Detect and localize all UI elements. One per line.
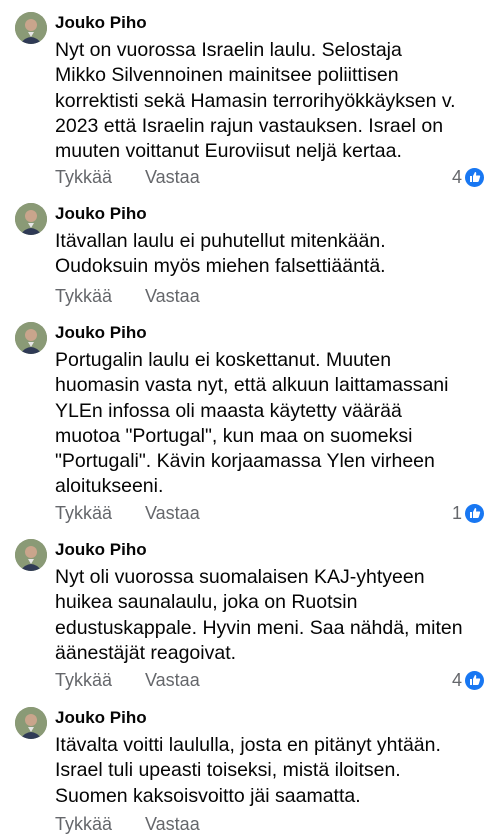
- comment-actions: Tykkää Vastaa: [55, 285, 200, 307]
- comment-author[interactable]: Jouko Piho: [55, 539, 147, 561]
- comment-text: Nyt on vuorossa Israelin laulu. Selostaj…: [55, 39, 456, 163]
- like-button[interactable]: Tykkää: [55, 813, 112, 835]
- comment-actions: Tykkää Vastaa: [55, 502, 200, 524]
- reply-button[interactable]: Vastaa: [145, 813, 200, 835]
- reaction-count-value: 4: [451, 167, 462, 187]
- reaction-count[interactable]: 4: [452, 166, 484, 188]
- avatar[interactable]: [15, 203, 47, 235]
- avatar[interactable]: [15, 322, 47, 354]
- avatar-image: [15, 12, 47, 44]
- comment-author[interactable]: Jouko Piho: [55, 203, 147, 225]
- comment-actions: Tykkää Vastaa: [55, 166, 200, 188]
- reply-button[interactable]: Vastaa: [145, 669, 200, 691]
- thumbs-up-icon: [465, 670, 484, 690]
- avatar-image: [15, 203, 47, 235]
- comment-actions: Tykkää Vastaa: [55, 813, 200, 835]
- like-button[interactable]: Tykkää: [55, 285, 112, 307]
- reply-button[interactable]: Vastaa: [145, 502, 200, 524]
- reply-button[interactable]: Vastaa: [145, 166, 200, 188]
- comment-author[interactable]: Jouko Piho: [55, 12, 147, 34]
- reaction-count-value: 4: [451, 670, 462, 690]
- comment-text: Itävalta voitti laululla, josta en pitän…: [55, 734, 441, 807]
- comment-text: Itävallan laulu ei puhutellut mitenkään.…: [55, 230, 386, 278]
- comment-text: Nyt oli vuorossa suomalaisen KAJ-yhtyeen…: [55, 566, 463, 664]
- avatar-image: [15, 707, 47, 739]
- comment-text: Portugalin laulu ei koskettanut. Muuten …: [55, 349, 449, 498]
- avatar[interactable]: [15, 12, 47, 44]
- comment-actions: Tykkää Vastaa: [55, 669, 200, 691]
- thumbs-up-icon: [465, 503, 484, 523]
- comment-author[interactable]: Jouko Piho: [55, 707, 147, 729]
- avatar[interactable]: [15, 707, 47, 739]
- reaction-count[interactable]: 1: [452, 502, 484, 524]
- reaction-count-value: 1: [451, 503, 462, 523]
- avatar-image: [15, 539, 47, 571]
- thumbs-up-icon: [465, 167, 484, 187]
- avatar-image: [15, 322, 47, 354]
- like-button[interactable]: Tykkää: [55, 669, 112, 691]
- like-button[interactable]: Tykkää: [55, 166, 112, 188]
- reaction-count[interactable]: 4: [452, 669, 484, 691]
- avatar[interactable]: [15, 539, 47, 571]
- reply-button[interactable]: Vastaa: [145, 285, 200, 307]
- comment-author[interactable]: Jouko Piho: [55, 322, 147, 344]
- like-button[interactable]: Tykkää: [55, 502, 112, 524]
